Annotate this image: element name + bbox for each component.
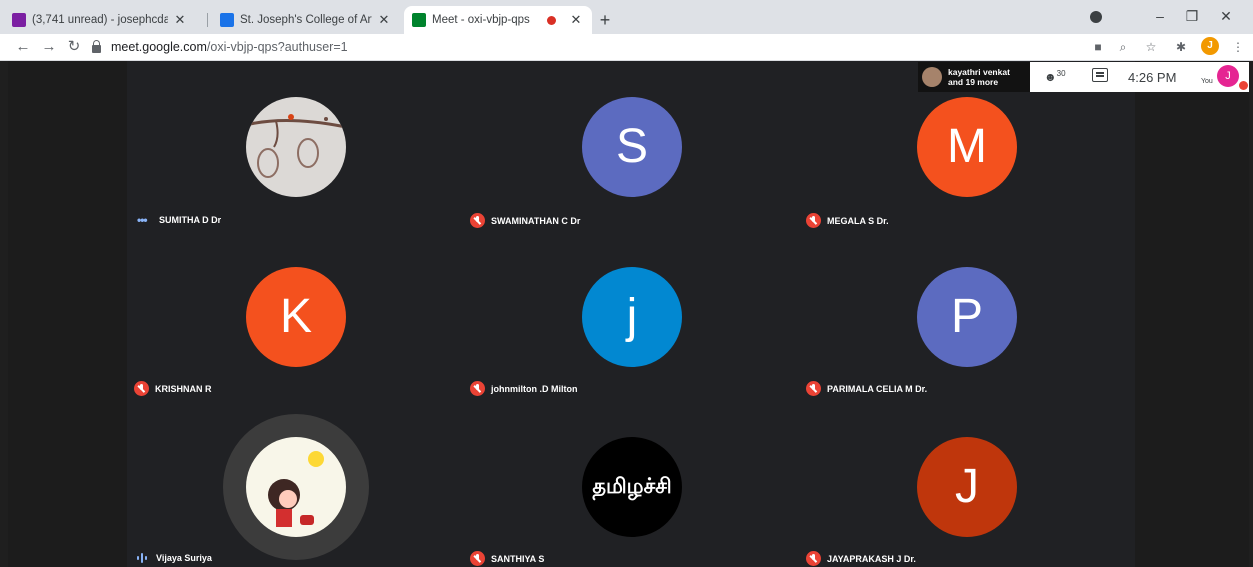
forward-button[interactable]: →: [38, 36, 60, 58]
participant-name: johnmilton .D Milton: [491, 383, 578, 394]
profile-avatar[interactable]: J: [1201, 37, 1219, 55]
tab-separator: [207, 13, 208, 27]
mic-off-icon: [134, 381, 149, 396]
camera-icon[interactable]: ■: [1089, 38, 1107, 56]
participant-label: JAYAPRAKASH J Dr.: [806, 551, 916, 566]
tab-title: Meet - oxi-vbjp-qps: [432, 14, 530, 26]
participant-label: MEGALA S Dr.: [806, 213, 889, 228]
self-avatar[interactable]: J: [1217, 65, 1239, 87]
you-label: You: [1201, 78, 1213, 85]
birdcage-icon: [246, 114, 346, 178]
participant-name: KRISHNAN R: [155, 383, 212, 394]
participant-label: ••• SUMITHA D Dr: [137, 213, 221, 227]
new-tab-button[interactable]: +: [594, 6, 616, 34]
mic-off-icon: [806, 213, 821, 228]
mail-icon: [12, 13, 26, 27]
tab-gmail[interactable]: (3,741 unread) - josephcdaniel@ ✕: [4, 6, 196, 34]
participant-label: PARIMALA CELIA M Dr.: [806, 381, 927, 396]
participant-avatar: K: [246, 267, 346, 367]
people-button[interactable]: ☻30: [1044, 69, 1066, 84]
tab-college[interactable]: St. Joseph's College of Arts & Sci ✕: [212, 6, 400, 34]
address-bar[interactable]: meet.google.com/oxi-vbjp-qps?authuser=1: [92, 36, 348, 58]
speaking-icon: [137, 553, 149, 563]
tab-title: St. Joseph's College of Arts & Sci: [240, 14, 372, 26]
participant-label: SWAMINATHAN C Dr: [470, 213, 580, 228]
url-host: meet.google.com: [111, 40, 207, 54]
participant-name: SWAMINATHAN C Dr: [491, 215, 581, 226]
meeting-clock: 4:26 PM: [1128, 70, 1177, 85]
close-icon[interactable]: ✕: [376, 12, 392, 28]
participant-label: KRISHNAN R: [134, 381, 212, 396]
participant-avatar: M: [917, 97, 1017, 197]
more-options-icon[interactable]: •••: [137, 213, 151, 227]
presenter-indicator[interactable]: kayathri venkat and 19 more: [918, 62, 1030, 92]
close-window-button[interactable]: ✕: [1214, 4, 1238, 28]
tab-title: (3,741 unread) - josephcdaniel@: [32, 14, 168, 26]
presenter-name: kayathri venkat: [948, 67, 1010, 77]
browser-tab-strip: (3,741 unread) - josephcdaniel@ ✕ St. Jo…: [0, 0, 1253, 34]
cartoon-girl-icon: [268, 451, 324, 527]
participant-name: MEGALA S Dr.: [827, 215, 889, 226]
presenter-avatar: [922, 67, 942, 87]
participant-name: SANTHIYA S: [491, 553, 545, 564]
participant-avatar-photo: [246, 97, 346, 197]
meet-top-bar: ☻30 4:26 PM You J: [1030, 62, 1249, 92]
participant-avatar: S: [582, 97, 682, 197]
participant-avatar: P: [917, 267, 1017, 367]
participant-name: SUMITHA D Dr: [159, 215, 222, 225]
participant-avatar: j: [582, 267, 682, 367]
star-icon[interactable]: ☆: [1142, 38, 1160, 56]
participant-name: Vijaya Suriya: [156, 553, 212, 563]
participant-label: Vijaya Suriya: [137, 553, 212, 563]
back-button[interactable]: ←: [12, 36, 34, 58]
recording-icon: [547, 15, 556, 25]
url-path: /oxi-vbjp-qps?authuser=1: [206, 40, 348, 54]
profile-icon[interactable]: [1090, 11, 1102, 23]
lock-icon: [92, 40, 101, 53]
participant-label: SANTHIYA S: [470, 551, 544, 566]
mic-off-icon: [470, 213, 485, 228]
close-icon[interactable]: ✕: [172, 12, 188, 28]
mic-off-icon: [806, 551, 821, 566]
presenter-more: and 19 more: [948, 77, 999, 87]
tab-meet[interactable]: Meet - oxi-vbjp-qps ✕: [404, 6, 592, 34]
participant-avatar: தமிழச்சி: [582, 437, 682, 537]
participant-name: PARIMALA CELIA M Dr.: [827, 383, 928, 394]
meet-icon: [412, 13, 426, 27]
presenter-text: kayathri venkat and 19 more: [948, 67, 1010, 87]
minimize-button[interactable]: –: [1148, 4, 1172, 28]
participant-count: 30: [1056, 69, 1066, 78]
browser-toolbar: ← → ↻ meet.google.com/oxi-vbjp-qps?authu…: [0, 34, 1253, 61]
participant-avatar-photo: [246, 437, 346, 537]
chat-icon[interactable]: [1092, 68, 1108, 82]
participant-name: JAYAPRAKASH J Dr.: [827, 553, 916, 564]
zoom-icon[interactable]: ⌕: [1114, 38, 1132, 56]
stage-left-margin: [8, 61, 127, 567]
mic-off-icon: [806, 381, 821, 396]
mic-off-icon: [470, 381, 485, 396]
reload-button[interactable]: ↻: [63, 36, 85, 58]
mic-off-icon: [1239, 81, 1248, 90]
stage-right-margin: [1135, 61, 1249, 567]
maximize-button[interactable]: ❐: [1180, 4, 1204, 28]
close-icon[interactable]: ✕: [568, 12, 584, 28]
extensions-icon[interactable]: ✱: [1172, 38, 1190, 56]
participant-label: johnmilton .D Milton: [470, 381, 577, 396]
college-icon: [220, 13, 234, 27]
mic-off-icon: [470, 551, 485, 566]
participant-avatar: J: [917, 437, 1017, 537]
menu-icon[interactable]: ⋮: [1229, 38, 1247, 56]
